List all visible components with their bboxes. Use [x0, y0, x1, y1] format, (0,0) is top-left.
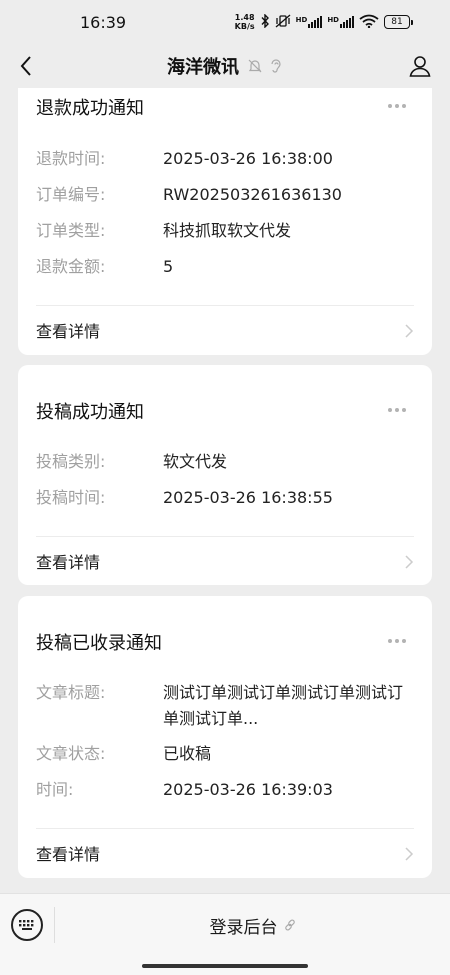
menu-item-login-backend[interactable]: 登录后台 [55, 894, 450, 956]
network-speed: 1.48 KB/s [235, 13, 255, 31]
bottom-menu-bar: 登录后台 [0, 893, 450, 975]
view-details-link[interactable]: 查看详情 [36, 549, 100, 573]
info-row: 退款金额: 5 [36, 254, 416, 280]
page-title: 海洋微讯 [167, 57, 239, 78]
row-label: 时间: [36, 780, 74, 799]
info-row: 订单编号: RW202503261636130 [36, 182, 416, 208]
row-label: 订单类型: [36, 221, 106, 240]
row-value: 软文代发 [163, 452, 228, 471]
info-row: 时间: 2025-03-26 16:39:03 [36, 777, 416, 803]
info-row: 文章标题: 测试订单测试订单测试订单测试订单测试订单... [36, 680, 416, 732]
chevron-right-icon [405, 555, 414, 569]
chevron-right-icon [405, 324, 414, 338]
home-indicator[interactable] [142, 964, 308, 968]
info-row: 文章状态: 已收稿 [36, 741, 416, 767]
menu-item-label: 登录后台 [209, 917, 278, 938]
divider [36, 536, 414, 537]
ear-icon [271, 59, 281, 73]
hd-badge-2: HD [327, 16, 339, 24]
chevron-right-icon [405, 847, 414, 861]
status-time: 16:39 [80, 12, 127, 32]
notification-card: 退款成功通知 退款时间: 2025-03-26 16:38:00 订单编号: R… [18, 88, 432, 355]
notification-card: 投稿已收录通知 文章标题: 测试订单测试订单测试订单测试订单测试订单... 文章… [18, 596, 432, 878]
link-icon [284, 919, 295, 931]
nav-bar: 海洋微讯 [0, 44, 450, 88]
wifi-icon [359, 14, 379, 31]
signal-icon-2: HD [327, 16, 354, 28]
row-value: RW202503261636130 [163, 185, 342, 204]
view-details-link[interactable]: 查看详情 [36, 318, 100, 342]
hd-badge-1: HD [295, 16, 308, 24]
row-label: 退款时间: [36, 149, 106, 168]
status-icons: 1.48 KB/s HD HD 81 [235, 12, 413, 31]
row-value: 科技抓取软文代发 [163, 221, 292, 240]
more-options-icon[interactable] [388, 638, 412, 644]
info-row: 投稿类别: 软文代发 [36, 449, 416, 475]
row-label: 文章标题: [36, 683, 106, 702]
profile-button[interactable] [406, 52, 434, 80]
more-options-icon[interactable] [388, 407, 412, 413]
user-icon [409, 56, 431, 77]
chevron-left-icon [20, 56, 31, 76]
battery-indicator: 81 [384, 15, 413, 29]
signal-icon-1: HD [296, 16, 323, 28]
keyboard-icon [19, 920, 34, 930]
row-value: 测试订单测试订单测试订单测试订单测试订单... [163, 683, 404, 728]
row-label: 文章状态: [36, 744, 106, 763]
back-button[interactable] [12, 52, 40, 80]
row-value: 2025-03-26 16:38:00 [163, 149, 333, 168]
card-title: 退款成功通知 [36, 98, 144, 119]
view-details-link[interactable]: 查看详情 [36, 841, 100, 865]
row-label: 投稿类别: [36, 452, 106, 471]
row-label: 订单编号: [36, 185, 106, 204]
vibrate-mute-icon [275, 14, 291, 31]
divider [36, 828, 414, 829]
row-value: 5 [163, 257, 174, 276]
card-title: 投稿成功通知 [36, 402, 144, 423]
more-options-icon[interactable] [388, 103, 412, 109]
bell-muted-icon [248, 59, 262, 73]
keyboard-toggle-button[interactable] [11, 909, 43, 941]
row-label: 投稿时间: [36, 488, 106, 507]
message-list[interactable]: 退款成功通知 退款时间: 2025-03-26 16:38:00 订单编号: R… [0, 88, 450, 893]
card-title: 投稿已收录通知 [36, 633, 162, 654]
row-label: 退款金额: [36, 257, 106, 276]
row-value: 2025-03-26 16:39:03 [163, 780, 333, 799]
bluetooth-icon [260, 12, 270, 31]
status-bar: 16:39 1.48 KB/s HD HD 81 [0, 0, 450, 44]
info-row: 订单类型: 科技抓取软文代发 [36, 218, 416, 244]
row-value: 2025-03-26 16:38:55 [163, 488, 333, 507]
notification-card: 投稿成功通知 投稿类别: 软文代发 投稿时间: 2025-03-26 16:38… [18, 365, 432, 585]
info-row: 投稿时间: 2025-03-26 16:38:55 [36, 485, 416, 511]
network-speed-value: 1.48 [234, 13, 255, 22]
divider [36, 305, 414, 306]
row-value: 已收稿 [163, 744, 212, 763]
network-speed-unit: KB/s [234, 22, 255, 31]
info-row: 退款时间: 2025-03-26 16:38:00 [36, 146, 416, 172]
